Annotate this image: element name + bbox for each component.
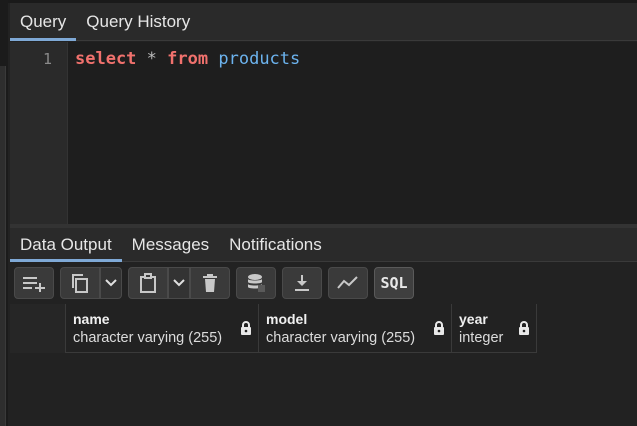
chevron-down-icon xyxy=(105,279,117,287)
add-row-button[interactable] xyxy=(14,267,54,299)
copy-icon xyxy=(72,274,88,293)
paste-group xyxy=(128,267,230,299)
query-tabs: Query Query History xyxy=(10,3,637,41)
grid-header: name character varying (255) model chara… xyxy=(10,304,537,353)
paste-icon xyxy=(140,273,156,293)
lock-icon xyxy=(241,321,251,335)
tab-notifications[interactable]: Notifications xyxy=(219,228,332,261)
tab-data-output[interactable]: Data Output xyxy=(10,228,122,262)
keyword-from: from xyxy=(167,49,209,69)
editor-gutter: 1 xyxy=(10,42,68,224)
column-name: model xyxy=(266,311,308,327)
download-button[interactable] xyxy=(282,267,322,299)
code-line[interactable]: select * from products xyxy=(75,49,300,69)
column-header-model[interactable]: model character varying (255) xyxy=(259,304,452,353)
tab-query-history[interactable]: Query History xyxy=(76,3,200,40)
left-panel-grip[interactable] xyxy=(0,66,6,426)
tab-query[interactable]: Query xyxy=(10,3,77,41)
output-tabs: Data Output Messages Notifications xyxy=(10,228,637,262)
copy-dropdown-button[interactable] xyxy=(100,267,122,299)
sql-button[interactable]: SQL xyxy=(374,267,414,299)
column-header-year[interactable]: year integer xyxy=(452,304,537,353)
column-type: character varying (255) xyxy=(73,330,223,346)
keyword-select: select xyxy=(75,49,137,69)
delete-row-button[interactable] xyxy=(190,267,230,299)
graph-visualiser-button[interactable] xyxy=(328,267,368,299)
line-number: 1 xyxy=(42,50,52,68)
copy-group xyxy=(60,267,122,299)
column-name: name xyxy=(73,311,110,327)
column-type: character varying (255) xyxy=(266,330,416,346)
left-panel-strip xyxy=(0,0,8,426)
tab-messages[interactable]: Messages xyxy=(122,228,219,261)
result-toolbar: SQL xyxy=(10,263,637,303)
database-save-icon xyxy=(248,274,265,292)
save-data-button[interactable] xyxy=(236,267,276,299)
sql-editor[interactable]: 1 select * from products xyxy=(10,42,637,224)
download-icon xyxy=(295,275,309,291)
column-header-name[interactable]: name character varying (255) xyxy=(66,304,259,353)
lock-icon xyxy=(519,321,529,335)
data-grid: name character varying (255) model chara… xyxy=(10,304,637,426)
table-identifier: products xyxy=(218,49,301,69)
chevron-down-icon xyxy=(173,279,185,287)
paste-dropdown-button[interactable] xyxy=(168,267,190,299)
trash-icon xyxy=(203,274,217,292)
add-row-icon xyxy=(23,277,45,292)
operator-star: * xyxy=(146,49,157,69)
line-chart-icon xyxy=(337,276,358,289)
lock-icon xyxy=(434,321,444,335)
paste-button[interactable] xyxy=(128,267,168,299)
copy-button[interactable] xyxy=(60,267,100,299)
row-number-header[interactable] xyxy=(10,304,66,353)
